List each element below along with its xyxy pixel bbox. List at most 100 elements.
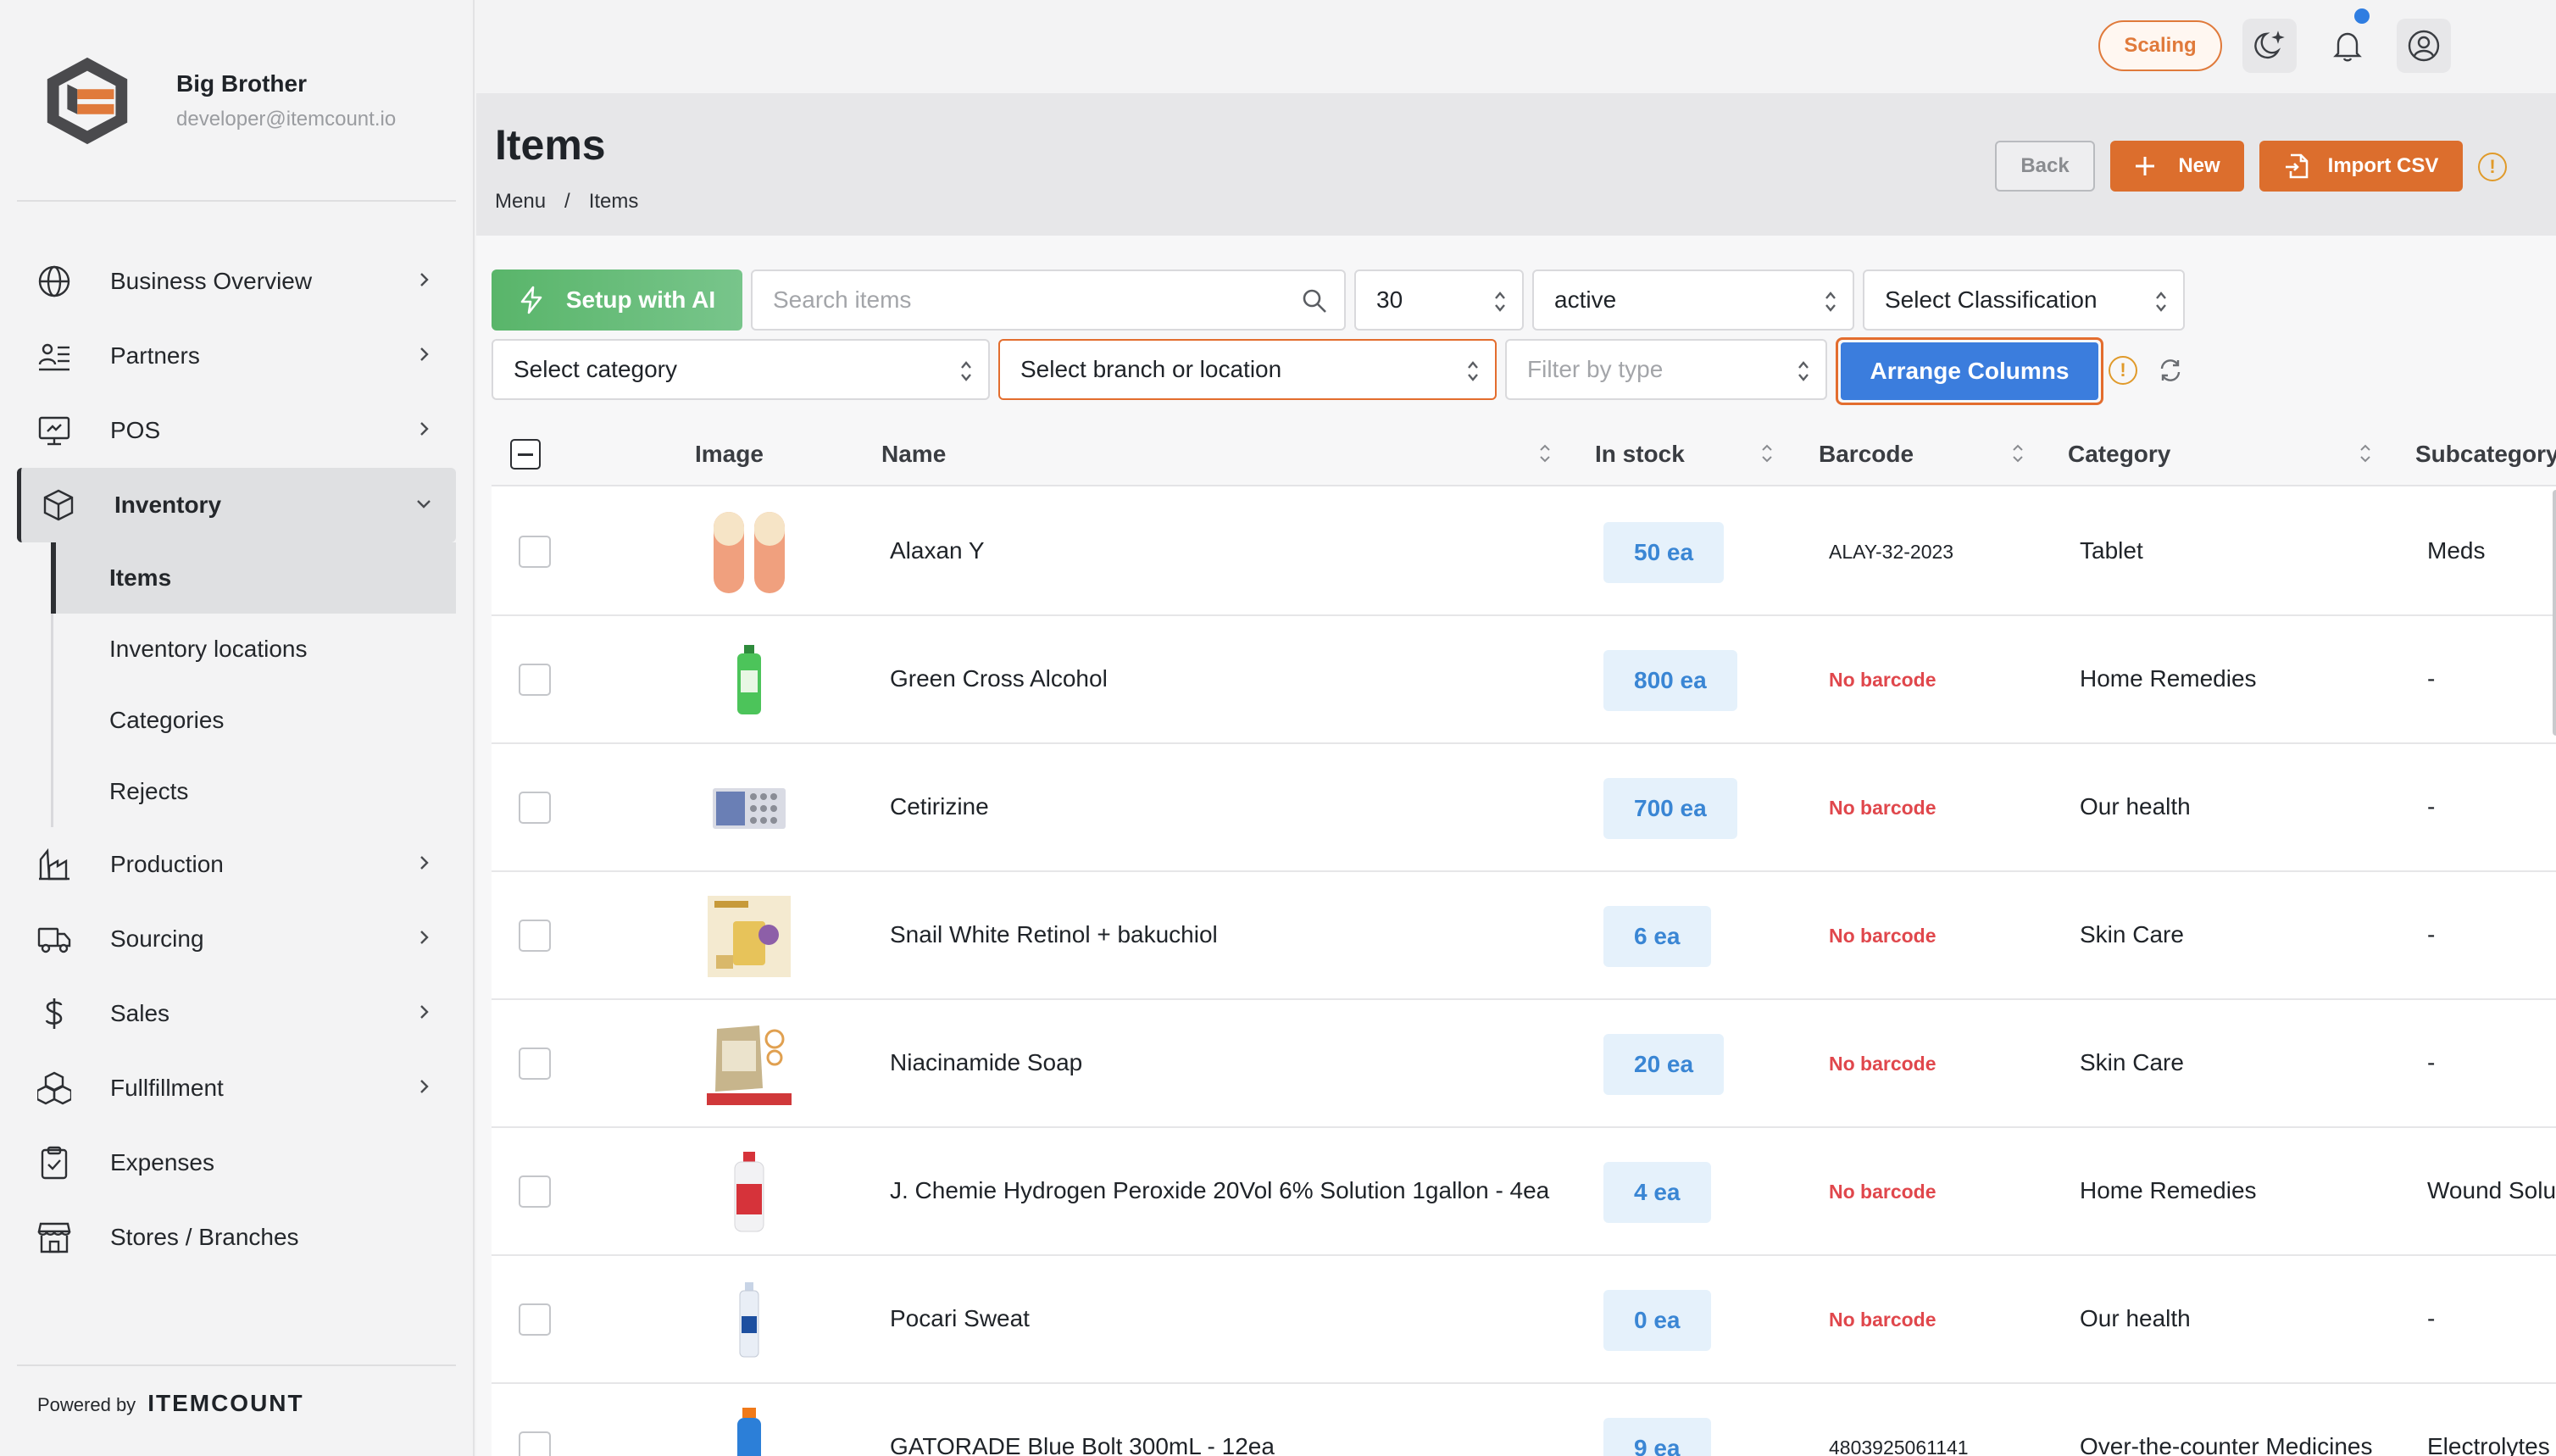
chevron-right-icon xyxy=(420,273,429,286)
sidebar-item-label: Sourcing xyxy=(110,925,204,952)
table-header: Image Name In stock Barcode Category Sub… xyxy=(492,420,2556,486)
updown-arrows-icon xyxy=(1825,292,1836,312)
chevron-right-icon xyxy=(420,422,429,436)
sidebar-item-sales[interactable]: Sales xyxy=(17,976,456,1051)
branch-location-select[interactable]: Select branch or location xyxy=(998,339,1497,400)
row-checkbox[interactable] xyxy=(519,1175,551,1208)
item-name[interactable]: Niacinamide Soap xyxy=(890,1049,1082,1076)
product-thumbnail xyxy=(705,892,793,981)
row-checkbox[interactable] xyxy=(519,1431,551,1456)
status-select[interactable]: active xyxy=(1532,270,1854,331)
brand[interactable]: Big Brother developer@itemcount.io xyxy=(37,51,396,151)
powered-by-brand: ITEMCOUNT xyxy=(147,1390,304,1416)
item-subcategory: Meds xyxy=(2427,537,2486,564)
column-header-category[interactable]: Category xyxy=(2068,441,2170,468)
stock-badge: 20 ea xyxy=(1603,1034,1725,1095)
toolbar-info-icon[interactable]: ! xyxy=(2109,356,2137,385)
sidebar-subitem-inventory-locations[interactable]: Inventory locations xyxy=(53,614,456,685)
category-select[interactable]: Select category xyxy=(492,339,990,400)
notification-dot xyxy=(2354,8,2370,24)
sidebar-item-expenses[interactable]: Expenses xyxy=(17,1125,456,1200)
row-checkbox[interactable] xyxy=(519,664,551,696)
chevron-right-icon xyxy=(420,931,429,944)
table-row[interactable]: Snail White Retinol + bakuchiol 6 ea No … xyxy=(492,872,2556,1000)
sidebar-subitem-categories[interactable]: Categories xyxy=(53,685,456,756)
table-row[interactable]: Pocari Sweat 0 ea No barcode Our health … xyxy=(492,1256,2556,1384)
per-page-select[interactable]: 30 xyxy=(1354,270,1524,331)
row-checkbox[interactable] xyxy=(519,1303,551,1336)
row-checkbox[interactable] xyxy=(519,792,551,824)
header-info-icon[interactable]: ! xyxy=(2478,153,2507,181)
arrange-columns-button[interactable]: Arrange Columns xyxy=(1836,337,2103,405)
search-input[interactable]: Search items xyxy=(751,270,1346,331)
dark-mode-toggle[interactable] xyxy=(2242,19,2297,73)
inventory-subnav: Items Inventory locations Categories Rej… xyxy=(51,542,456,827)
sidebar-item-partners[interactable]: Partners xyxy=(17,319,456,393)
stock-badge: 9 ea xyxy=(1603,1418,1711,1456)
sort-icon[interactable] xyxy=(1761,442,1773,464)
column-header-subcategory[interactable]: Subcategory xyxy=(2415,441,2556,468)
table-row[interactable]: Green Cross Alcohol 800 ea No barcode Ho… xyxy=(492,616,2556,744)
item-subcategory: - xyxy=(2427,921,2436,948)
item-name[interactable]: Alaxan Y xyxy=(890,537,985,564)
sort-icon[interactable] xyxy=(2012,442,2024,464)
chevron-right-icon xyxy=(420,1080,429,1093)
row-checkbox[interactable] xyxy=(519,920,551,952)
profile-button[interactable] xyxy=(2397,19,2451,73)
column-header-name[interactable]: Name xyxy=(881,441,946,468)
sidebar-subitem-rejects[interactable]: Rejects xyxy=(53,756,456,827)
dollar-icon xyxy=(36,995,73,1032)
item-barcode: No barcode xyxy=(1829,1181,1936,1203)
select-all-checkbox[interactable] xyxy=(510,439,541,470)
file-import-icon xyxy=(2285,153,2308,179)
product-thumbnail xyxy=(705,1276,793,1364)
table-scrollbar[interactable] xyxy=(2553,490,2556,736)
row-checkbox[interactable] xyxy=(519,536,551,568)
stock-badge: 800 ea xyxy=(1603,650,1737,711)
sort-icon[interactable] xyxy=(2359,442,2371,464)
import-csv-button[interactable]: Import CSV xyxy=(2259,141,2463,192)
sidebar-item-label: Sales xyxy=(110,1000,170,1026)
sidebar-subitem-items[interactable]: Items xyxy=(51,542,456,614)
breadcrumb-separator: / xyxy=(564,190,570,213)
table-row[interactable]: Niacinamide Soap 20 ea No barcode Skin C… xyxy=(492,1000,2556,1128)
itemcount-logo-icon xyxy=(47,57,128,145)
table-row[interactable]: J. Chemie Hydrogen Peroxide 20Vol 6% Sol… xyxy=(492,1128,2556,1256)
type-filter-select[interactable]: Filter by type xyxy=(1505,339,1827,400)
sidebar-item-pos[interactable]: POS xyxy=(17,393,456,468)
updown-arrows-icon xyxy=(2156,292,2166,312)
column-header-barcode[interactable]: Barcode xyxy=(1819,441,1914,468)
back-button[interactable]: Back xyxy=(1995,141,2095,192)
powered-by: Powered by ITEMCOUNT xyxy=(37,1390,304,1417)
refresh-icon[interactable] xyxy=(2158,358,2183,383)
item-name[interactable]: Pocari Sweat xyxy=(890,1305,1030,1332)
item-name[interactable]: Green Cross Alcohol xyxy=(890,665,1108,692)
moon-icon xyxy=(2254,31,2285,59)
new-item-button[interactable]: New xyxy=(2110,141,2244,192)
sidebar-item-production[interactable]: Production xyxy=(17,827,456,902)
sidebar-item-sourcing[interactable]: Sourcing xyxy=(17,902,456,976)
sidebar-item-business-overview[interactable]: Business Overview xyxy=(17,244,456,319)
column-header-in-stock[interactable]: In stock xyxy=(1595,441,1685,468)
item-name[interactable]: J. Chemie Hydrogen Peroxide 20Vol 6% Sol… xyxy=(890,1177,1549,1204)
sidebar-item-stores-branches[interactable]: Stores / Branches xyxy=(17,1200,456,1275)
table-row[interactable]: Cetirizine 700 ea No barcode Our health … xyxy=(492,744,2556,872)
table-row[interactable]: Alaxan Y 50 ea ALAY-32-2023 Tablet Meds xyxy=(492,488,2556,616)
topbar: Scaling xyxy=(476,0,2556,93)
row-checkbox[interactable] xyxy=(519,1048,551,1080)
sidebar-item-fullfillment[interactable]: Fullfillment xyxy=(17,1051,456,1125)
notifications-button[interactable] xyxy=(2320,8,2375,73)
breadcrumb-menu[interactable]: Menu xyxy=(495,190,546,214)
item-name[interactable]: Snail White Retinol + bakuchiol xyxy=(890,921,1218,948)
table-row[interactable]: GATORADE Blue Bolt 300mL - 12ea 9 ea 480… xyxy=(492,1384,2556,1456)
type-filter-placeholder: Filter by type xyxy=(1527,356,1664,382)
item-name[interactable]: GATORADE Blue Bolt 300mL - 12ea xyxy=(890,1433,1275,1456)
sort-icon[interactable] xyxy=(1539,442,1551,464)
import-csv-label: Import CSV xyxy=(2327,154,2439,177)
item-name[interactable]: Cetirizine xyxy=(890,793,989,820)
classification-select[interactable]: Select Classification xyxy=(1863,270,2185,331)
sidebar-item-inventory[interactable]: Inventory xyxy=(17,468,456,542)
sidebar-item-label: Business Overview xyxy=(110,268,313,294)
setup-with-ai-button[interactable]: Setup with AI xyxy=(492,270,742,331)
scaling-badge[interactable]: Scaling xyxy=(2098,20,2222,71)
